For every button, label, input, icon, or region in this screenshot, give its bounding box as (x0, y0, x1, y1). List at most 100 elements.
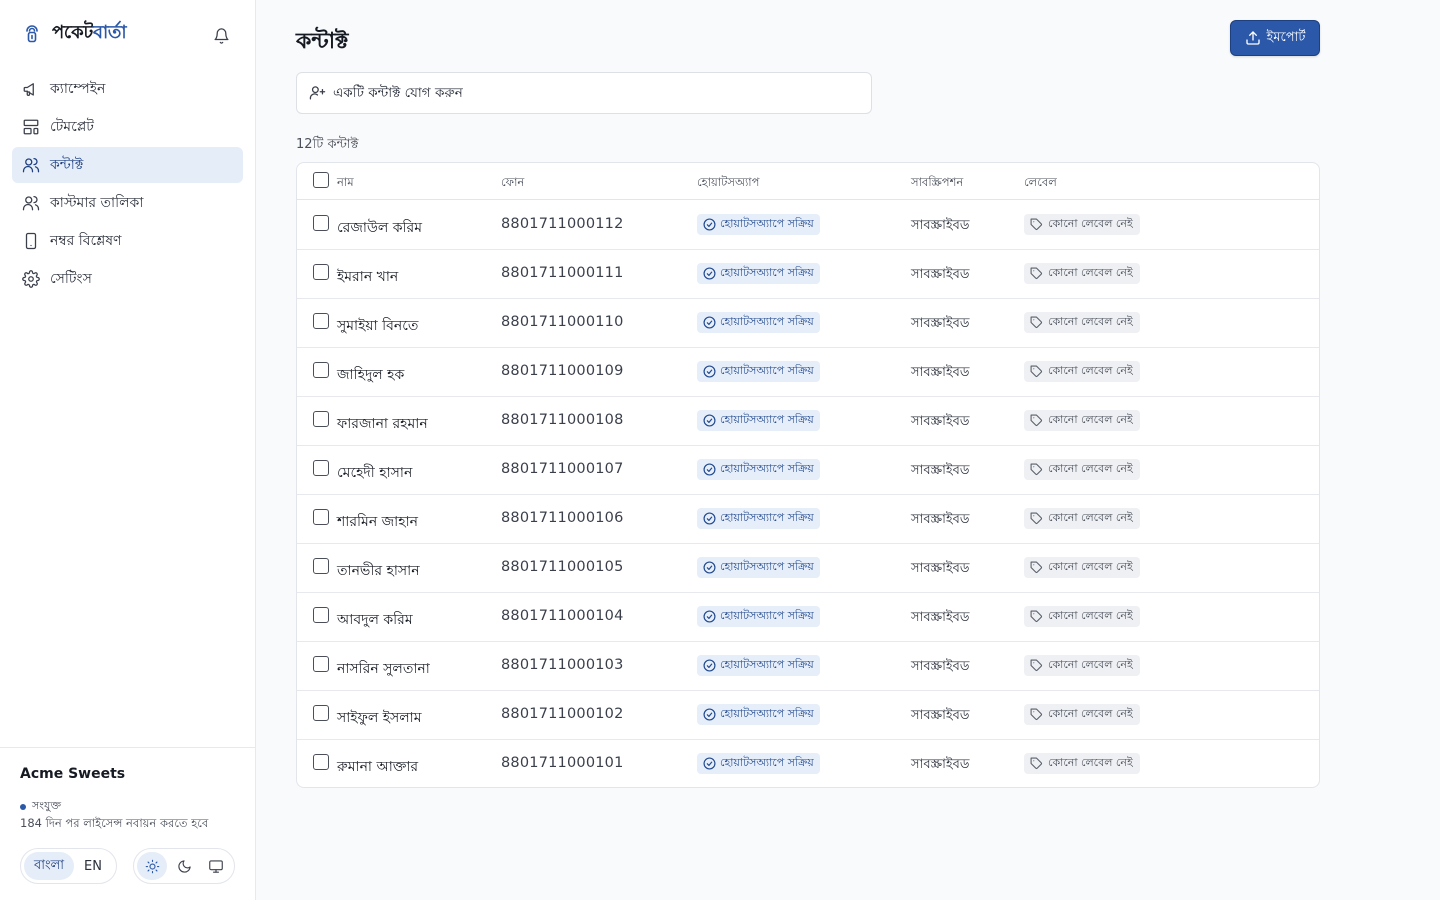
sidebar-item-template[interactable]: টেমপ্লেট (12, 109, 243, 145)
theme-toggle (133, 848, 235, 884)
row-checkbox[interactable] (313, 558, 329, 574)
label-badge[interactable]: কোনো লেবেল নেই (1024, 655, 1140, 676)
lang-bangla-button[interactable]: বাংলা (24, 852, 74, 880)
contact-name: আবদুল করিম (337, 612, 413, 628)
check-circle-icon (703, 561, 716, 574)
whatsapp-status-text: হোয়াটসঅ্যাপে সক্রিয় (720, 756, 814, 769)
import-button[interactable]: ইমপোর্ট (1230, 20, 1320, 56)
table-row[interactable]: শারমিন জাহান 8801711000106 হোয়াটসঅ্যাপে স… (297, 495, 1319, 544)
tag-icon (1030, 365, 1043, 378)
label-badge[interactable]: কোনো লেবেল নেই (1024, 753, 1140, 774)
column-header-label[interactable]: লেবেল (1024, 174, 1057, 193)
sidebar-item-label: কাস্টমার তালিকা (50, 195, 144, 211)
sidebar-item-contacts[interactable]: কন্টাক্ট (12, 147, 243, 183)
select-all-checkbox[interactable] (313, 172, 329, 188)
sidebar-item-settings[interactable]: সেটিংস (12, 261, 243, 297)
subscription-status: সাবস্ক্রাইবড (911, 561, 970, 576)
user-plus-icon (309, 84, 327, 102)
table-row[interactable]: রুমানা আক্তার 8801711000101 হোয়াটসঅ্যাপে … (297, 740, 1319, 787)
whatsapp-status-badge: হোয়াটসঅ্যাপে সক্রিয় (697, 508, 820, 529)
lang-english-button[interactable]: EN (74, 852, 112, 880)
whatsapp-status-text: হোয়াটসঅ্যাপে সক্রিয় (720, 658, 814, 671)
row-checkbox[interactable] (313, 215, 329, 231)
label-badge[interactable]: কোনো লেবেল নেই (1024, 312, 1140, 333)
column-header-whatsapp[interactable]: হোয়াটসঅ্যাপ (697, 174, 759, 193)
label-badge[interactable]: কোনো লেবেল নেই (1024, 361, 1140, 382)
label-badge[interactable]: কোনো লেবেল নেই (1024, 410, 1140, 431)
system-theme-button[interactable] (201, 852, 231, 880)
contact-name: সুমাইয়া বিনতে (337, 318, 419, 334)
contact-phone: 8801711000107 (501, 461, 624, 477)
table-row[interactable]: মেহেদী হাসান 8801711000107 হোয়াটসঅ্যাপে স… (297, 446, 1319, 495)
label-badge[interactable]: কোনো লেবেল নেই (1024, 459, 1140, 480)
row-checkbox[interactable] (313, 460, 329, 476)
label-badge[interactable]: কোনো লেবেল নেই (1024, 214, 1140, 235)
table-header: নাম ফোন হোয়াটসঅ্যাপ সাবস্ক্রিপশন লেবেল (297, 163, 1319, 200)
brand-icon (22, 22, 42, 44)
whatsapp-status-text: হোয়াটসঅ্যাপে সক্রিয় (720, 511, 814, 524)
sidebar-item-customer-list[interactable]: কাস্টমার তালিকা (12, 185, 243, 221)
brand-logo[interactable]: পকেটবার্তা (22, 20, 127, 46)
row-checkbox[interactable] (313, 705, 329, 721)
dark-theme-button[interactable] (169, 852, 199, 880)
table-row[interactable]: সুমাইয়া বিনতে 8801711000110 হোয়াটসঅ্যাপে… (297, 299, 1319, 348)
row-checkbox[interactable] (313, 362, 329, 378)
column-header-subscription[interactable]: সাবস্ক্রিপশন (911, 174, 963, 193)
table-row[interactable]: জাহিদুল হক 8801711000109 হোয়াটসঅ্যাপে সক্… (297, 348, 1319, 397)
tag-icon (1030, 218, 1043, 231)
contact-count: 12টি কন্টাক্ট (296, 137, 359, 152)
layout-template-icon (22, 118, 40, 136)
row-checkbox[interactable] (313, 607, 329, 623)
sidebar-item-number-analysis[interactable]: নম্বর বিশ্লেষণ (12, 223, 243, 259)
subscription-status: সাবস্ক্রাইবড (911, 414, 970, 429)
tag-icon (1030, 316, 1043, 329)
whatsapp-status-text: হোয়াটসঅ্যাপে সক্রিয় (720, 266, 814, 279)
table-row[interactable]: ফারজানা রহমান 8801711000108 হোয়াটসঅ্যাপে … (297, 397, 1319, 446)
contact-name: ফারজানা রহমান (337, 416, 428, 432)
contact-name: জাহিদুল হক (337, 367, 405, 383)
check-circle-icon (703, 316, 716, 329)
check-circle-icon (703, 708, 716, 721)
row-checkbox[interactable] (313, 313, 329, 329)
check-circle-icon (703, 757, 716, 770)
label-badge[interactable]: কোনো লেবেল নেই (1024, 606, 1140, 627)
label-text: কোনো লেবেল নেই (1048, 707, 1133, 720)
label-text: কোনো লেবেল নেই (1048, 511, 1133, 524)
contact-phone: 8801711000105 (501, 559, 624, 575)
table-row[interactable]: সাইফুল ইসলাম 8801711000102 হোয়াটসঅ্যাপে স… (297, 691, 1319, 740)
column-header-name[interactable]: নাম (337, 174, 354, 193)
row-checkbox[interactable] (313, 509, 329, 525)
column-header-phone[interactable]: ফোন (501, 174, 524, 193)
sidebar-item-campaign[interactable]: ক্যাম্পেইন (12, 71, 243, 107)
sidebar-footer: Acme Sweets সংযুক্ত 184 দিন পর লাইসেন্স … (0, 747, 255, 900)
contact-name: শারমিন জাহান (337, 514, 418, 530)
label-text: কোনো লেবেল নেই (1048, 217, 1133, 230)
label-badge[interactable]: কোনো লেবেল নেই (1024, 557, 1140, 578)
table-row[interactable]: আবদুল করিম 8801711000104 হোয়াটসঅ্যাপে সক্… (297, 593, 1319, 642)
check-circle-icon (703, 414, 716, 427)
label-badge[interactable]: কোনো লেবেল নেই (1024, 508, 1140, 529)
check-circle-icon (703, 512, 716, 525)
monitor-icon (208, 859, 224, 874)
notifications-bell-icon[interactable] (210, 25, 232, 47)
row-checkbox[interactable] (313, 264, 329, 280)
row-checkbox[interactable] (313, 754, 329, 770)
label-badge[interactable]: কোনো লেবেল নেই (1024, 263, 1140, 284)
status-text: সংযুক্ত (32, 799, 62, 812)
subscription-status: সাবস্ক্রাইবড (911, 267, 970, 282)
whatsapp-status-badge: হোয়াটসঅ্যাপে সক্রিয় (697, 557, 820, 578)
table-row[interactable]: নাসরিন সুলতানা 8801711000103 হোয়াটসঅ্যাপে… (297, 642, 1319, 691)
table-row[interactable]: ইমরান খান 8801711000111 হোয়াটসঅ্যাপে সক্র… (297, 250, 1319, 299)
label-badge[interactable]: কোনো লেবেল নেই (1024, 704, 1140, 725)
subscription-status: সাবস্ক্রাইবড (911, 463, 970, 478)
table-row[interactable]: তানভীর হাসান 8801711000105 হোয়াটসঅ্যাপে স… (297, 544, 1319, 593)
add-contact-button[interactable]: একটি কন্টাক্ট যোগ করুন (296, 72, 872, 114)
row-checkbox[interactable] (313, 411, 329, 427)
sidebar-item-label: টেমপ্লেট (50, 119, 94, 135)
row-checkbox[interactable] (313, 656, 329, 672)
label-text: কোনো লেবেল নেই (1048, 462, 1133, 475)
contact-name: তানভীর হাসান (337, 563, 420, 579)
label-text: কোনো লেবেল নেই (1048, 609, 1133, 622)
table-row[interactable]: রেজাউল করিম 8801711000112 হোয়াটসঅ্যাপে সক… (297, 201, 1319, 250)
light-theme-button[interactable] (137, 852, 167, 880)
